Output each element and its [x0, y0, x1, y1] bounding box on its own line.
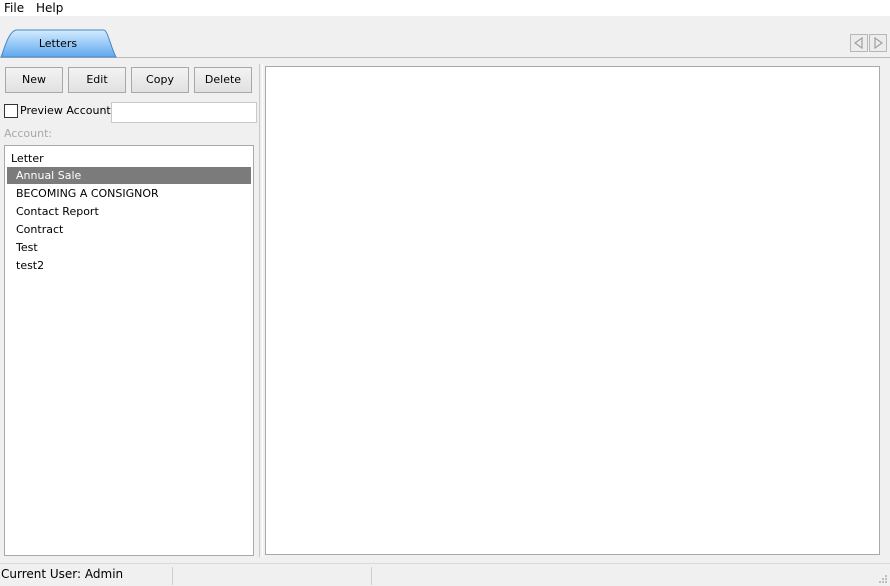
preview-account-label: Preview Account: [20, 104, 111, 117]
list-item-contract[interactable]: Contract: [7, 221, 251, 238]
panel-splitter[interactable]: [259, 64, 263, 557]
status-divider: [371, 567, 372, 585]
resize-grip-icon[interactable]: [878, 574, 888, 584]
tab-scroll-right-button[interactable]: [869, 34, 887, 52]
edit-button[interactable]: Edit: [68, 67, 126, 93]
tab-scroll-left-button[interactable]: [850, 34, 868, 52]
list-item-test2[interactable]: test2: [7, 257, 251, 274]
copy-button[interactable]: Copy: [131, 67, 189, 93]
list-item-test[interactable]: Test: [7, 239, 251, 256]
new-button[interactable]: New: [5, 67, 63, 93]
status-current-user: Current User: Admin: [1, 567, 124, 581]
delete-button[interactable]: Delete: [194, 67, 252, 93]
list-item-becoming-a-consignor[interactable]: BECOMING A CONSIGNOR: [7, 185, 251, 202]
letters-list-header: Letter: [11, 152, 44, 165]
letter-preview-pane[interactable]: [265, 66, 880, 555]
list-item-annual-sale[interactable]: Annual Sale: [7, 167, 251, 184]
menu-bar: File Help: [0, 0, 890, 16]
preview-account-checkbox[interactable]: [4, 104, 18, 118]
account-input[interactable]: [111, 102, 257, 123]
menu-help[interactable]: Help: [36, 1, 63, 15]
status-divider: [172, 567, 173, 585]
account-label: Account:: [4, 127, 53, 140]
tab-scroll-left-icon: [853, 37, 863, 49]
letters-list[interactable]: Letter Annual Sale BECOMING A CONSIGNOR …: [4, 145, 254, 556]
tab-letters-label: Letters: [38, 37, 78, 50]
menu-file[interactable]: File: [4, 1, 24, 15]
tab-scroll-right-icon: [874, 37, 884, 49]
tab-strip: Letters: [0, 16, 890, 58]
status-bar: Current User: Admin: [0, 563, 890, 586]
list-item-contact-report[interactable]: Contact Report: [7, 203, 251, 220]
